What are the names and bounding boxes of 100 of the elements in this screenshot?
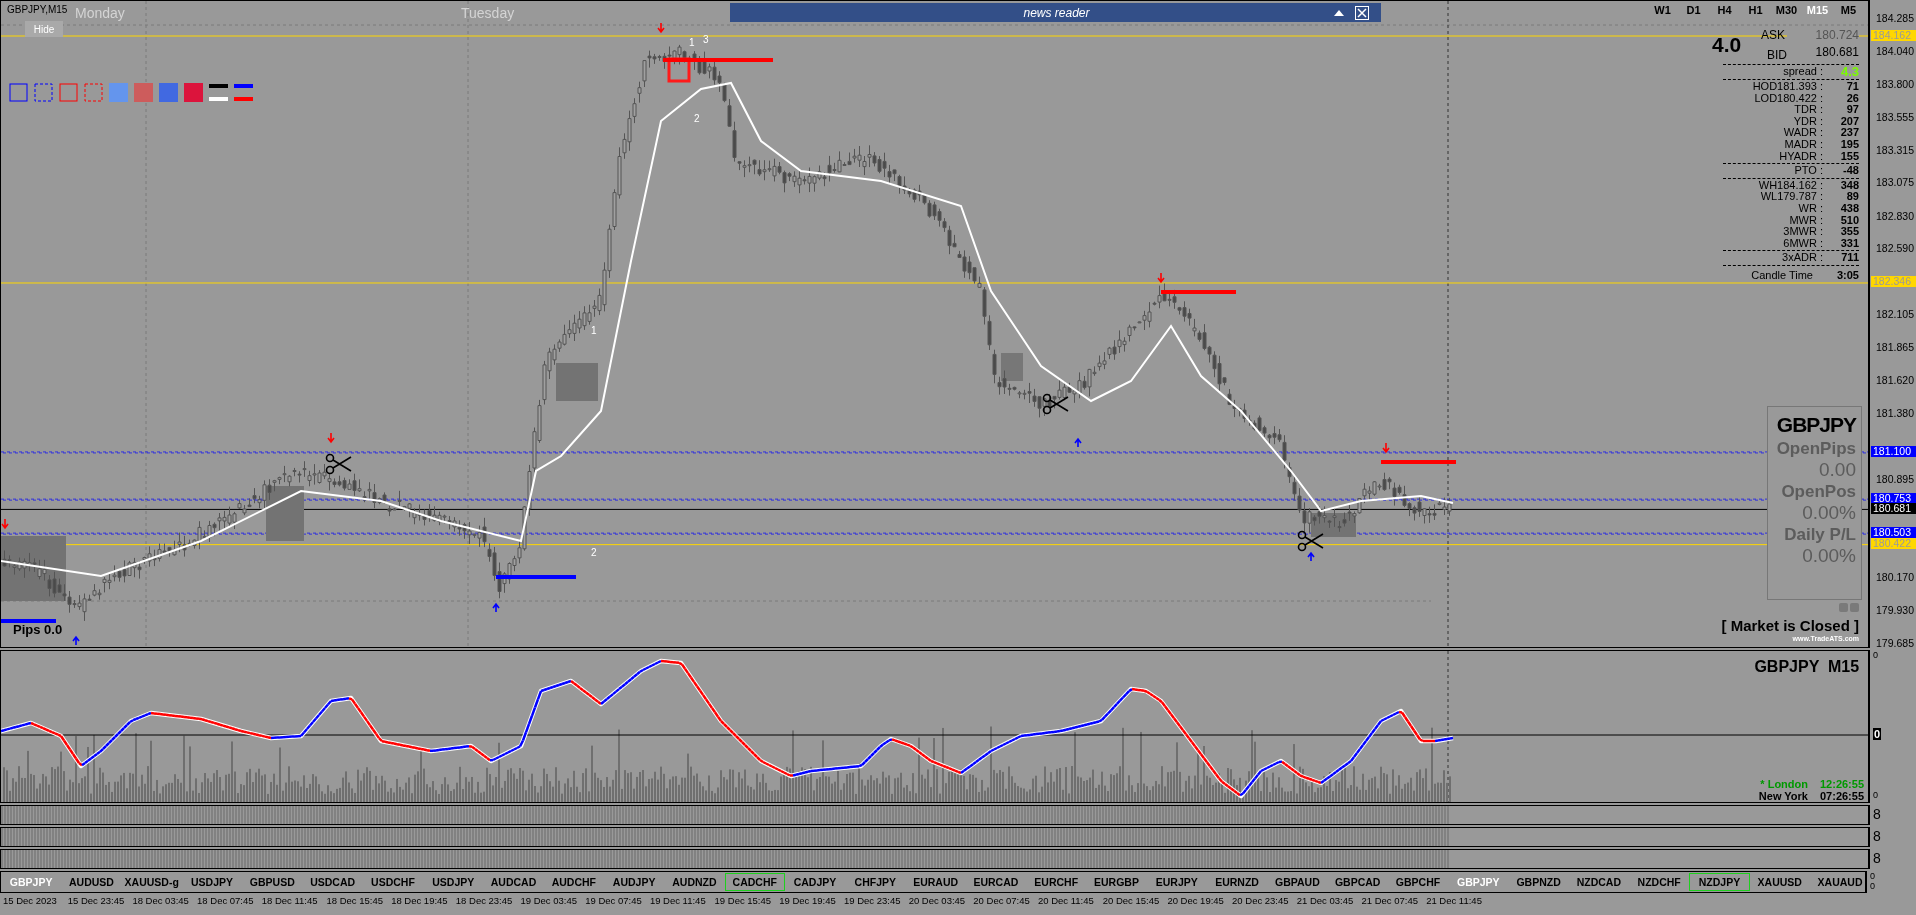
candle-time-label: Candle Time <box>1750 269 1814 282</box>
price-tick: 184.285 <box>1875 12 1915 24</box>
timeframe-tab[interactable]: W1 <box>1647 4 1678 16</box>
symbol-tab[interactable]: AUDUSD <box>61 873 122 891</box>
symbol-tab[interactable]: USDJPY <box>181 873 243 891</box>
stat-label: MWR : <box>1788 214 1823 227</box>
price-tick: 181.865 <box>1875 341 1915 353</box>
stat-label: LOD180.422 : <box>1753 92 1823 105</box>
day-label: Tuesday <box>461 5 515 21</box>
symbol-tab[interactable]: NZDCAD <box>1568 873 1629 891</box>
wave-label: 1 <box>591 325 597 336</box>
time-label: 19 Dec 03:45 <box>519 895 578 906</box>
stat-value: 355 <box>1839 226 1859 238</box>
symbol-tab[interactable]: EURCAD <box>965 873 1027 891</box>
pips-label: Pips 0.0 <box>13 622 63 637</box>
field-value: 0.00% <box>1802 545 1856 567</box>
symbol-tab[interactable]: CHFJPY <box>845 873 906 891</box>
symbol-tab[interactable]: GBPNZD <box>1508 873 1569 891</box>
symbol-tab[interactable]: EURGBP <box>1086 873 1147 891</box>
symbol-tab[interactable]: AUDCHF <box>543 873 604 891</box>
symbol-tab[interactable]: CADCHF <box>724 873 785 891</box>
candle-time-value: 3:05 <box>1835 269 1859 282</box>
symbol-tab[interactable]: EURAUD <box>905 873 966 891</box>
symbol-tab[interactable]: CADJPY <box>784 873 846 891</box>
symbol-tab[interactable]: USDCHF <box>362 873 424 891</box>
stat-value: 237 <box>1839 127 1859 139</box>
session-name: * London <box>1759 778 1808 790</box>
symbol-tab[interactable]: GBPAUD <box>1267 873 1328 891</box>
symbol-tab[interactable]: AUDNZD <box>664 873 725 891</box>
price-tick: 183.075 <box>1875 177 1915 189</box>
ask-price: 180.724 <box>1787 28 1859 42</box>
price-tick: 180.895 <box>1875 473 1915 485</box>
symbol-tab[interactable]: EURJPY <box>1146 873 1207 891</box>
stat-value: 155 <box>1839 150 1859 163</box>
stat-label: 3xADR : <box>1781 252 1823 264</box>
symbol-tab[interactable]: AUDCAD <box>483 873 544 891</box>
symbol-tab[interactable]: GBPCAD <box>1327 873 1388 891</box>
time-label: 18 Dec 15:45 <box>325 895 384 906</box>
time-label: 15 Dec 2023 <box>2 895 58 906</box>
axis-label: 0 <box>1873 728 1882 740</box>
stat-value: 195 <box>1839 138 1859 151</box>
price-level-label: 180.681 <box>1871 502 1916 514</box>
stat-value: 26 <box>1845 92 1859 105</box>
symbol-tab[interactable]: XAUUSD-g <box>121 873 182 891</box>
price-tick: 183.555 <box>1875 112 1915 124</box>
timeframe-tab[interactable]: D1 <box>1678 4 1709 16</box>
stat-label: MADR : <box>1783 138 1823 151</box>
wave-label: 1 <box>689 37 695 48</box>
timeframe-tab[interactable]: M30 <box>1771 4 1802 16</box>
symbol-tab[interactable]: NZDCHF <box>1629 873 1690 891</box>
axis-label: 0 <box>1870 871 1877 881</box>
time-label: 19 Dec 19:45 <box>778 895 837 906</box>
timeframe-tab[interactable]: H1 <box>1740 4 1771 16</box>
symbol-tab[interactable]: XAUAUD <box>1809 873 1866 891</box>
session-time: 07:26:55 <box>1820 790 1865 802</box>
time-label: 20 Dec 23:45 <box>1231 895 1290 906</box>
price-tick: 179.930 <box>1875 605 1915 617</box>
timeframe-tab[interactable]: H4 <box>1709 4 1740 16</box>
day-label: Monday <box>75 5 125 21</box>
stat-label: WR : <box>1797 202 1823 215</box>
symbol-tab[interactable]: USDJPY <box>423 873 484 891</box>
price-level-label: 184.162 <box>1871 29 1916 41</box>
bid-label: BID <box>1766 47 1787 62</box>
time-label: 20 Dec 11:45 <box>1037 895 1095 906</box>
timeframe-tab[interactable]: M5 <box>1833 4 1864 16</box>
symbol-tab[interactable]: EURCHF <box>1026 873 1087 891</box>
indicator-title: GBPJPY M15 <box>1754 658 1860 676</box>
symbol-tab[interactable]: XAUUSD <box>1749 873 1810 891</box>
time-label: 18 Dec 03:45 <box>131 895 190 906</box>
news-reader-bar[interactable]: news reader <box>730 3 1381 22</box>
axis-label: 0 <box>1870 881 1877 891</box>
axis-label: 0 <box>1873 790 1879 800</box>
price-level-label: 180.422 <box>1871 538 1916 550</box>
time-label: 21 Dec 03:45 <box>1295 895 1355 906</box>
stat-value: 510 <box>1839 214 1859 227</box>
time-label: 19 Dec 07:45 <box>584 895 643 906</box>
stat-value: 438 <box>1839 202 1859 215</box>
symbol-tab[interactable]: USDCAD <box>302 873 363 891</box>
symbol-tab[interactable]: EURNZD <box>1206 873 1268 891</box>
time-label: 19 Dec 15:45 <box>713 895 773 906</box>
chart-title: GBPJPY,M15 <box>7 4 68 15</box>
price-tick: 182.105 <box>1875 309 1915 321</box>
stat-value: 97 <box>1845 104 1859 116</box>
wave-label: 2 <box>694 113 700 124</box>
price-tick: 182.590 <box>1875 243 1915 255</box>
news-reader-title: news reader <box>1022 5 1091 20</box>
symbol-tab[interactable]: AUDJPY <box>603 873 665 891</box>
symbol-name: GBPJPY <box>1776 413 1856 437</box>
symbol-tab[interactable]: GBPCHF <box>1387 873 1449 891</box>
time-label: 21 Dec 07:45 <box>1360 895 1419 906</box>
symbol-tab[interactable]: GBPUSD <box>242 873 303 891</box>
stat-label: WH184.162 : <box>1757 179 1823 192</box>
session-time: 12:26:55 <box>1820 778 1865 790</box>
session-name: New York <box>1758 790 1808 802</box>
stat-label: HOD181.393 : <box>1751 81 1823 93</box>
time-label: 20 Dec 15:45 <box>1101 895 1161 906</box>
stat-label: WADR : <box>1782 127 1823 139</box>
stat-label: 3MWR : <box>1782 226 1823 238</box>
stat-label: TDR : <box>1793 104 1823 116</box>
symbol-tab[interactable]: NZDJPY <box>1689 873 1750 891</box>
